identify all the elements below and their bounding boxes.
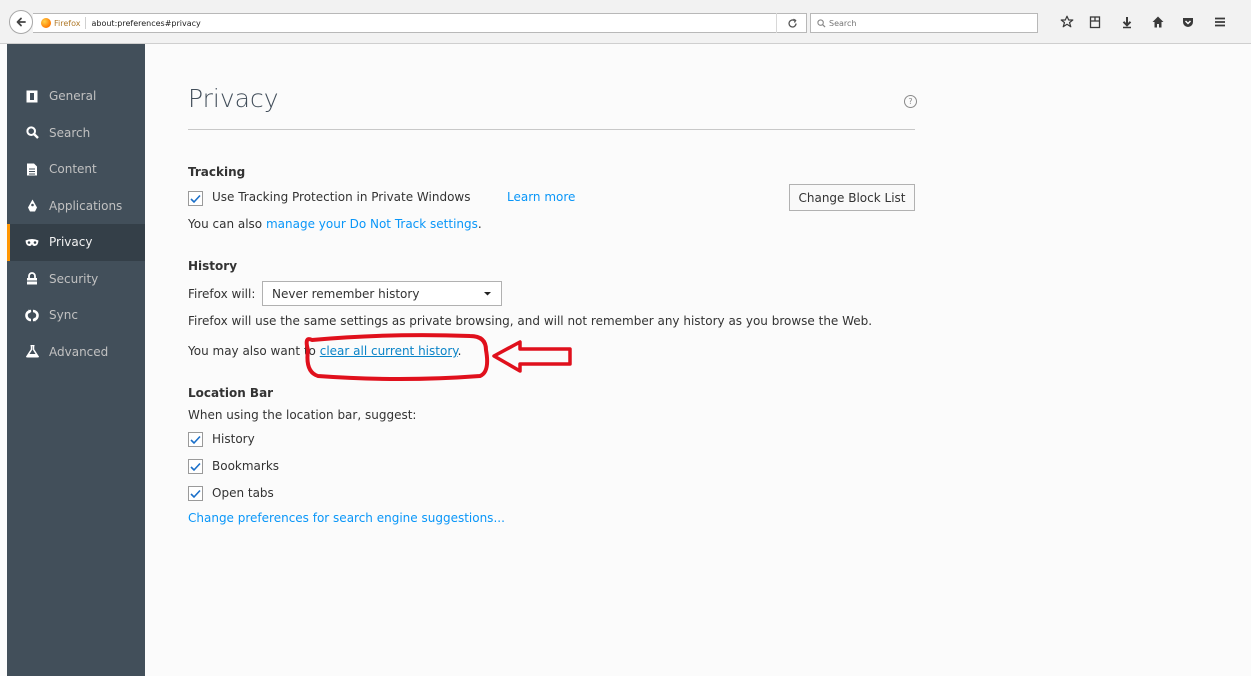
change-block-list-button[interactable]: Change Block List [789,184,915,211]
history-description: Firefox will use the same settings as pr… [188,314,873,328]
sidebar-item-label: Search [49,125,91,140]
suggest-history-label: History [212,432,255,446]
location-bar-heading: Location Bar [188,386,274,400]
clear-suffix: . [457,344,462,358]
history-mode-dropdown[interactable]: Never remember history [262,281,502,306]
back-button[interactable] [9,10,33,34]
pocket-icon[interactable] [1180,14,1196,30]
suggest-history-checkbox[interactable] [188,432,203,447]
dropdown-arrow-icon [484,292,491,296]
sidebar-item-applications[interactable]: Applications [7,188,145,225]
privacy-mask-icon [25,235,39,249]
hamburger-menu-icon[interactable] [1212,14,1228,30]
sidebar-item-search[interactable]: Search [7,115,145,152]
sync-icon [25,308,39,322]
learn-more-link[interactable]: Learn more [507,190,575,204]
preferences-sidebar: General Search Content Applications Priv… [7,44,145,676]
general-icon [25,89,39,103]
tracking-heading: Tracking [188,165,246,179]
search-bar[interactable] [810,13,1038,33]
sidebar-item-label: Sync [49,308,78,323]
bookmarks-menu-icon[interactable] [1087,14,1103,30]
back-arrow-icon [16,17,26,27]
search-suggestions-link[interactable]: Change preferences for search engine sug… [188,511,505,525]
dnt-prefix: You can also [188,217,266,231]
url-bar[interactable]: Firefox about:preferences#privacy [33,13,807,33]
clear-prefix: You may also want to [188,344,320,358]
suggest-bookmarks-label: Bookmarks [212,459,280,473]
history-heading: History [188,259,238,273]
url-text[interactable]: about:preferences#privacy [91,19,200,28]
reload-icon [787,18,797,28]
sidebar-item-sync[interactable]: Sync [7,297,145,334]
firefox-will-label: Firefox will: [188,287,256,301]
clear-history-link[interactable]: clear all current history [320,344,458,358]
dnt-line: You can also manage your Do Not Track se… [188,217,482,231]
dnt-suffix: . [477,217,482,231]
title-divider [188,129,915,130]
site-identity-label: Firefox [54,18,81,28]
applications-icon [25,199,39,213]
browser-toolbar: Firefox about:preferences#privacy [0,0,1251,44]
sidebar-item-privacy[interactable]: Privacy [7,224,145,261]
search-magnifier-icon [817,18,826,28]
sidebar-item-security[interactable]: Security [7,261,145,298]
sidebar-item-advanced[interactable]: Advanced [7,334,145,371]
sidebar-item-content[interactable]: Content [7,151,145,188]
content-icon [25,162,39,176]
suggest-open-tabs-label: Open tabs [212,486,274,500]
tracking-protection-checkbox[interactable] [188,191,203,206]
checkmark-icon [190,194,201,203]
reload-button[interactable] [776,13,807,33]
history-mode-value: Never remember history [272,286,420,301]
sidebar-item-label: Content [49,162,97,177]
search-icon [25,126,39,140]
bookmark-star-icon[interactable] [1059,14,1075,30]
help-icon[interactable]: ? [904,95,917,108]
firefox-logo-icon [41,18,51,28]
sidebar-item-general[interactable]: General [7,78,145,115]
sidebar-item-label: Applications [49,198,123,213]
checkmark-icon [190,462,201,471]
downloads-icon[interactable] [1119,14,1135,30]
suggest-bookmarks-checkbox[interactable] [188,459,203,474]
checkmark-icon [190,435,201,444]
suggest-open-tabs-checkbox[interactable] [188,486,203,501]
tracking-protection-label: Use Tracking Protection in Private Windo… [212,190,471,204]
page-title: Privacy [188,84,279,113]
sidebar-item-label: General [49,89,97,104]
annotation-arrow [492,340,572,373]
suggest-label: When using the location bar, suggest: [188,408,417,422]
sidebar-item-label: Advanced [49,344,109,359]
sidebar-item-label: Security [49,271,99,286]
lock-icon [25,272,39,286]
dnt-settings-link[interactable]: manage your Do Not Track settings [266,217,478,231]
checkmark-icon [190,489,201,498]
url-separator [85,17,87,29]
clear-history-line: You may also want to clear all current h… [188,344,461,358]
category-list: General Search Content Applications Priv… [7,78,145,370]
site-identity[interactable]: Firefox [41,18,80,28]
search-input[interactable] [829,18,1019,28]
advanced-icon [25,345,39,359]
sidebar-item-label: Privacy [49,235,93,250]
home-icon[interactable] [1150,14,1166,30]
